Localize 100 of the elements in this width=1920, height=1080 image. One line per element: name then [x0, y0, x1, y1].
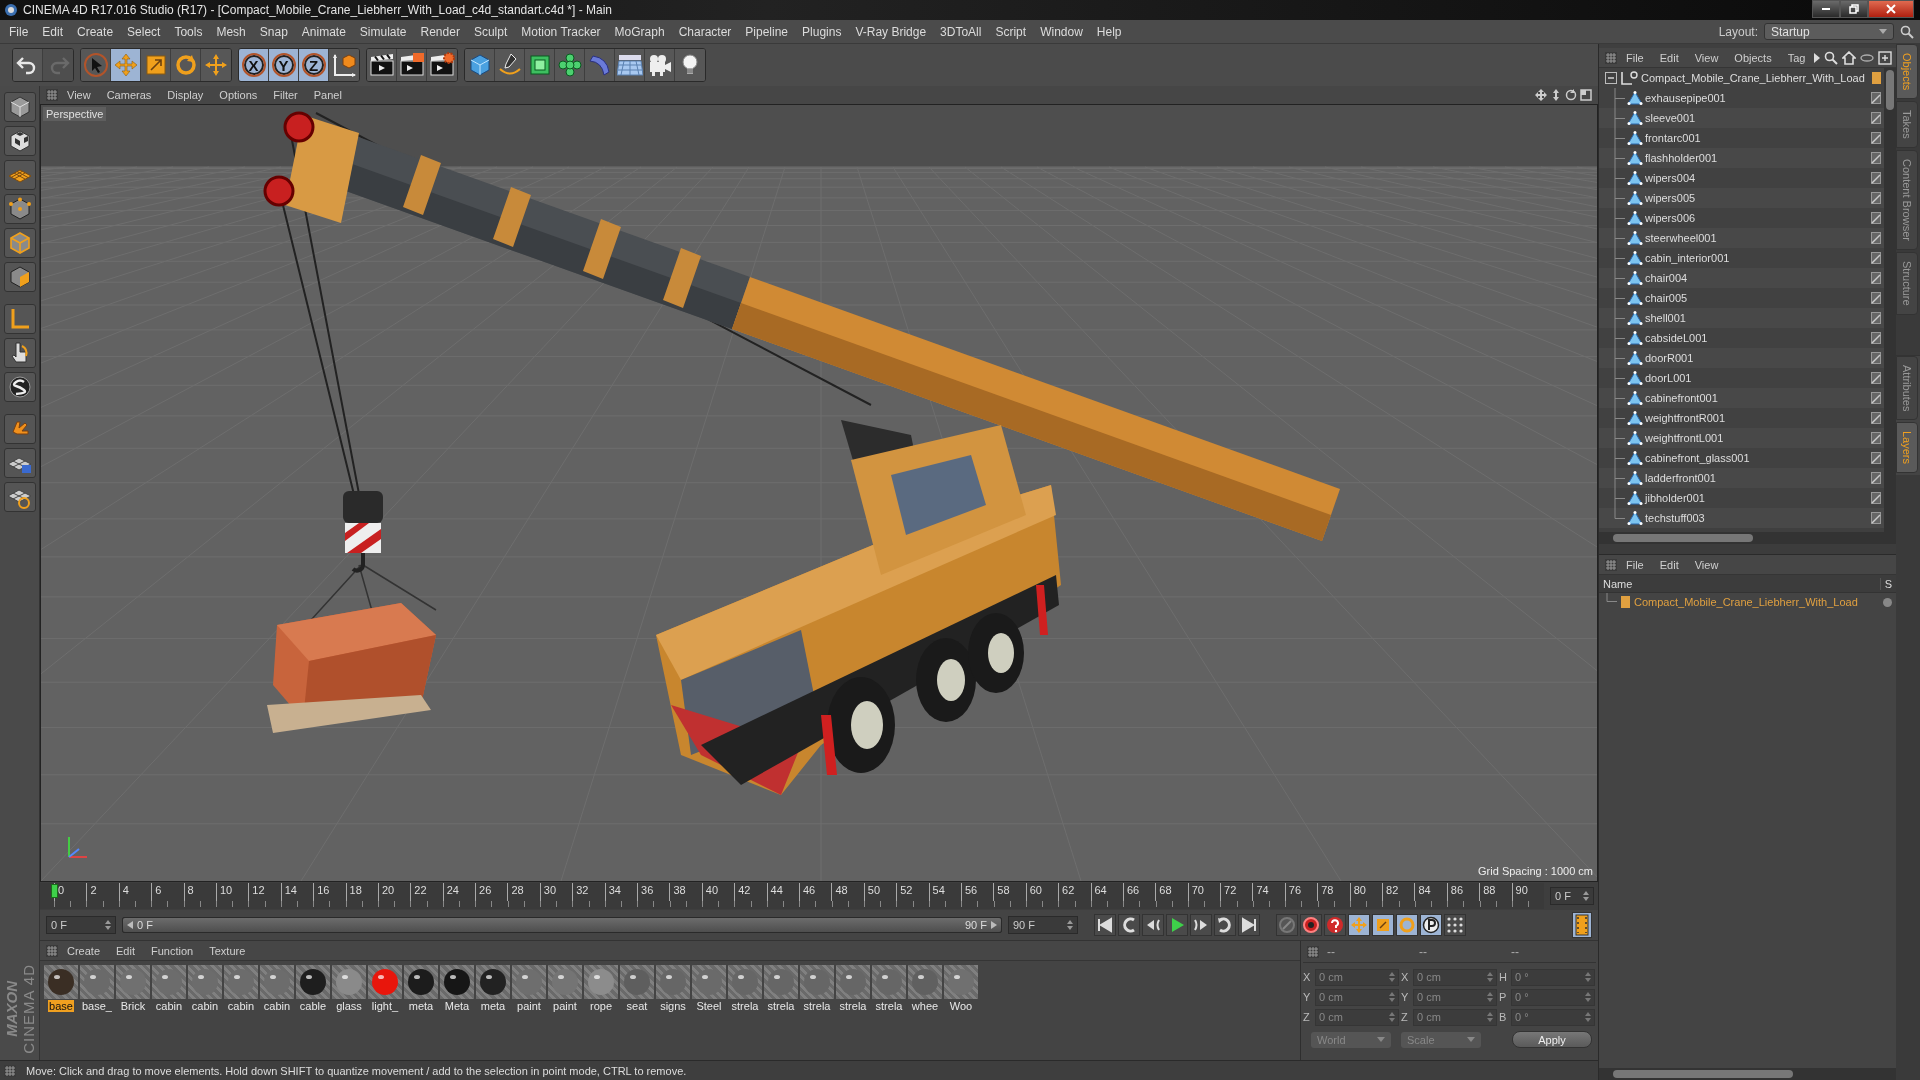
snap-button[interactable]	[3, 372, 36, 402]
points-mode-button[interactable]	[3, 194, 36, 224]
grab-button[interactable]	[3, 414, 36, 444]
side-tab[interactable]: Content Browser	[1896, 150, 1918, 250]
x-axis-button[interactable]: X	[239, 49, 269, 81]
menu-item[interactable]: View	[1687, 51, 1726, 64]
side-tab[interactable]: Structure	[1896, 252, 1918, 315]
panel-grip-icon[interactable]	[1605, 51, 1617, 64]
menu-item[interactable]: Script	[988, 24, 1034, 39]
rotation-key-button[interactable]	[1396, 914, 1418, 936]
select-tool-button[interactable]	[81, 49, 111, 81]
current-frame-field[interactable]: 0 F	[1549, 887, 1594, 905]
menu-item[interactable]: Character	[671, 24, 739, 39]
object-row[interactable]: wipers005	[1599, 188, 1884, 208]
search-icon[interactable]	[1824, 50, 1838, 65]
home-icon[interactable]	[1842, 50, 1856, 65]
layer-row[interactable]: Compact_Mobile_Crane_Liebherr_With_Load	[1599, 593, 1896, 611]
texture-mode-button[interactable]	[3, 126, 36, 156]
timeline-button[interactable]	[1572, 912, 1592, 938]
render-settings-button[interactable]	[427, 49, 457, 81]
more-arrow-icon[interactable]	[1814, 52, 1821, 63]
panel-grip-icon[interactable]	[1307, 945, 1319, 958]
scrollbar-thumb[interactable]	[1613, 534, 1753, 542]
menu-item[interactable]: MoGraph	[607, 24, 672, 39]
viewport-menu-item[interactable]: Panel	[306, 89, 349, 101]
viewport-menu-item[interactable]: View	[60, 89, 98, 101]
menu-item[interactable]: Edit	[109, 944, 142, 957]
viewport-menu-item[interactable]: Filter	[266, 89, 305, 101]
close-button[interactable]	[1868, 0, 1914, 18]
axis-mode-button[interactable]	[3, 304, 36, 334]
menu-item[interactable]: Edit	[1652, 51, 1686, 64]
layout-dropdown[interactable]: Startup	[1764, 23, 1894, 40]
render-view-button[interactable]	[367, 49, 397, 81]
search-icon[interactable]	[1900, 24, 1914, 39]
menu-item[interactable]: Simulate	[352, 24, 414, 39]
lock-workplane-button[interactable]	[3, 448, 36, 478]
object-row[interactable]: weightfrontL001	[1599, 428, 1884, 448]
panel-grip-icon[interactable]	[4, 1064, 16, 1077]
object-row[interactable]: shell001	[1599, 308, 1884, 328]
panel-grip-icon[interactable]	[1605, 558, 1617, 571]
side-tab[interactable]: Objects	[1896, 44, 1918, 100]
menu-item[interactable]: Window	[1033, 24, 1090, 39]
menu-item[interactable]: Select	[120, 24, 168, 39]
model-mode-button[interactable]	[3, 92, 36, 122]
collapse-toggle-icon[interactable]	[1605, 72, 1617, 84]
viewport-menu-item[interactable]: Display	[160, 89, 211, 101]
viewport-menu-item[interactable]: Options	[212, 89, 265, 101]
zoom-view-icon[interactable]	[1550, 89, 1562, 101]
object-row[interactable]: flashholder001	[1599, 148, 1884, 168]
next-key-button[interactable]	[1214, 914, 1236, 936]
undo-button[interactable]	[13, 49, 43, 81]
scale-key-button[interactable]	[1372, 914, 1394, 936]
menu-item[interactable]: Mesh	[209, 24, 253, 39]
object-row[interactable]: cabinefront001	[1599, 388, 1884, 408]
object-row[interactable]: doorR001	[1599, 348, 1884, 368]
menu-item[interactable]: V-Ray Bridge	[848, 24, 934, 39]
frame-range-slider[interactable]: 0 F 90 F	[122, 917, 1002, 933]
timeline-ruler[interactable]: 0 2 4 6 8 10 12 14 16 18 20 22 24 26 28 30 32 34 36 38 40 42 44 46 48 50 52 54 56 58 60 62 64 66 68 70 72 74 76 78 80 82 84 86 88 90	[40, 883, 1544, 909]
polygons-mode-button[interactable]	[3, 262, 36, 292]
menu-item[interactable]: View	[1687, 558, 1726, 571]
menu-item[interactable]: File	[2, 24, 36, 39]
record-button[interactable]	[1300, 914, 1322, 936]
next-frame-button[interactable]	[1190, 914, 1212, 936]
menu-item[interactable]: Tools	[167, 24, 210, 39]
minimize-button[interactable]	[1812, 0, 1840, 18]
horizontal-scrollbar[interactable]	[1599, 1068, 1896, 1080]
rotate-view-icon[interactable]	[1565, 89, 1577, 101]
horizontal-scrollbar[interactable]	[1599, 532, 1896, 544]
position-key-button[interactable]	[1348, 914, 1370, 936]
y-axis-button[interactable]: Y	[269, 49, 299, 81]
menu-item[interactable]: Sculpt	[466, 24, 515, 39]
menu-item[interactable]: Edit	[1652, 558, 1686, 571]
go-to-end-button[interactable]	[1238, 914, 1260, 936]
point-level-button[interactable]	[1444, 914, 1466, 936]
start-frame-field[interactable]: 0 F	[46, 916, 116, 934]
menu-item[interactable]: Objects	[1727, 51, 1779, 64]
menu-item[interactable]: Help	[1089, 24, 1129, 39]
viewport-menu-item[interactable]: Cameras	[99, 89, 159, 101]
play-button[interactable]	[1166, 914, 1188, 936]
menu-item[interactable]: Render	[413, 24, 467, 39]
new-window-icon[interactable]	[1878, 50, 1892, 65]
menu-item[interactable]: Edit	[35, 24, 71, 39]
side-tab[interactable]: Attributes	[1896, 355, 1918, 421]
previous-key-button[interactable]	[1118, 914, 1140, 936]
previous-frame-button[interactable]	[1142, 914, 1164, 936]
menu-item[interactable]: Snap	[252, 24, 295, 39]
cloner-button[interactable]	[555, 49, 585, 81]
record-off-button[interactable]	[1276, 914, 1298, 936]
vertical-scrollbar[interactable]	[1884, 68, 1896, 532]
viewport[interactable]: Perspective Grid Spacing : 1000 cm	[40, 104, 1598, 882]
end-frame-field[interactable]: 90 F	[1008, 916, 1078, 934]
z-axis-button[interactable]: Z	[299, 49, 329, 81]
playhead[interactable]	[51, 884, 58, 898]
menu-item[interactable]: Function	[144, 944, 201, 957]
scrollbar-thumb[interactable]	[1886, 70, 1894, 110]
menu-item[interactable]: 3DToAll	[933, 24, 989, 39]
menu-item[interactable]: File	[1619, 51, 1651, 64]
menu-item[interactable]: Motion Tracker	[514, 24, 608, 39]
object-row[interactable]: techstuff003	[1599, 508, 1884, 528]
menu-item[interactable]: File	[1619, 558, 1651, 571]
